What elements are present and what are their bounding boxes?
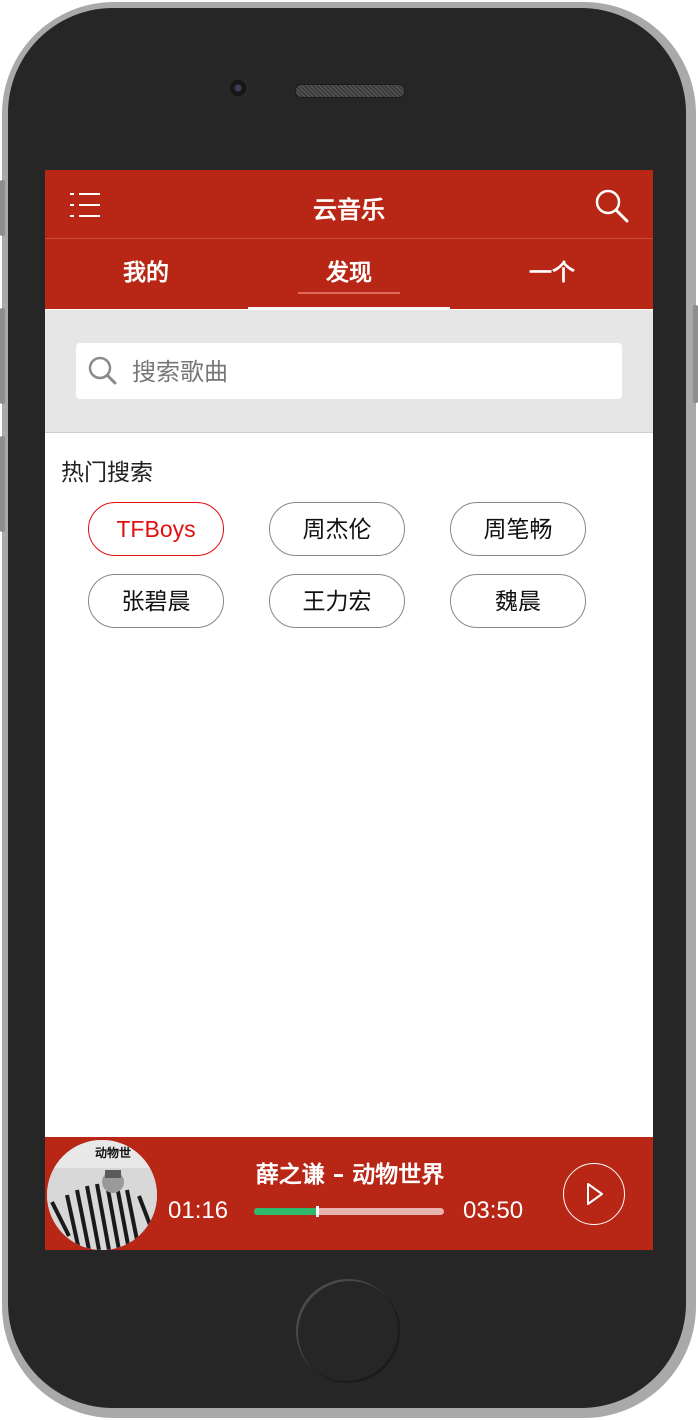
progress-handle[interactable]: [315, 1206, 319, 1217]
current-time: 01:16: [168, 1197, 229, 1224]
search-input[interactable]: [130, 343, 614, 401]
tab-mine[interactable]: 我的: [45, 239, 247, 309]
album-art-text: 动物世: [95, 1146, 132, 1160]
total-time: 03:50: [463, 1197, 524, 1224]
hot-chip-tfboys[interactable]: TFBoys: [88, 502, 224, 556]
earpiece-speaker: [295, 84, 405, 98]
tab-discover[interactable]: 发现: [248, 239, 450, 309]
hot-chip-jay-chou[interactable]: 周杰伦: [269, 502, 405, 556]
mini-player: 动物世 薛之谦 – 动物世界 01:16 03:50: [45, 1137, 653, 1250]
volume-up-button: [0, 308, 5, 404]
volume-down-button: [0, 436, 5, 532]
hot-chip-wei-chen[interactable]: 魏晨: [450, 574, 586, 628]
tab-one[interactable]: 一个: [451, 239, 653, 309]
front-camera: [228, 78, 248, 98]
hot-search-title: 热门搜索: [61, 460, 153, 486]
app-title: 云音乐: [313, 196, 385, 224]
tab-bar: 我的 发现 一个: [45, 239, 653, 309]
search-panel: [45, 310, 653, 433]
progress-bar[interactable]: [254, 1206, 444, 1217]
home-button[interactable]: [296, 1279, 400, 1383]
top-bar: 云音乐: [45, 170, 653, 239]
tab-active-indicator: [298, 292, 400, 294]
mute-switch: [0, 180, 5, 236]
app-screen: 云音乐 我的 发现 一个 热门搜索 TFBoys 周杰伦 周笔畅 张碧晨: [45, 170, 653, 1250]
album-art[interactable]: 动物世: [47, 1140, 157, 1250]
progress-fill: [254, 1208, 317, 1215]
search-box[interactable]: [76, 343, 622, 401]
play-button[interactable]: [563, 1163, 625, 1225]
hot-chip-zhang-bichen[interactable]: 张碧晨: [88, 574, 224, 628]
power-button: [693, 305, 698, 403]
search-icon[interactable]: [594, 188, 630, 224]
hot-chip-wang-leehom[interactable]: 王力宏: [269, 574, 405, 628]
hot-chip-zhou-bichang[interactable]: 周笔畅: [450, 502, 586, 556]
song-title: 薛之谦 – 动物世界: [255, 1162, 445, 1188]
play-icon: [586, 1182, 603, 1205]
search-icon: [88, 356, 118, 386]
tab-active-bottom-line: [248, 307, 450, 309]
